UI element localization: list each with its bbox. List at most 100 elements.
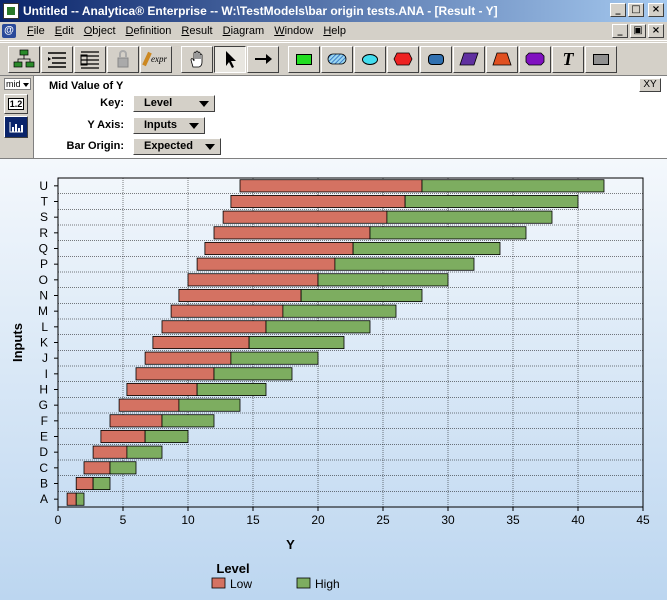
doc-restore-button[interactable]: ▣ bbox=[630, 24, 646, 38]
y-tick-label: P bbox=[40, 257, 48, 271]
arrow-tool-button[interactable] bbox=[247, 45, 279, 73]
bar-high-T bbox=[404, 194, 579, 209]
bar-high-U bbox=[421, 179, 605, 193]
bar-low-Q bbox=[204, 241, 354, 256]
key-label: Key: bbox=[100, 97, 124, 109]
hatched-oval-icon bbox=[327, 53, 347, 65]
y-tick-label: R bbox=[39, 226, 48, 240]
x-tick-label: 40 bbox=[571, 513, 585, 527]
result-title: Mid Value of Y bbox=[49, 80, 124, 92]
menu-window[interactable]: Window bbox=[269, 25, 318, 37]
bar-low-D bbox=[92, 445, 128, 459]
doc-minimize-button[interactable]: _ bbox=[612, 24, 628, 38]
bar-high-I bbox=[213, 367, 293, 381]
chevron-down-icon bbox=[189, 123, 199, 129]
bar-low-K bbox=[152, 335, 250, 350]
lock-icon bbox=[117, 50, 129, 68]
x-tick-label: 25 bbox=[376, 513, 390, 527]
bar-high-M bbox=[282, 304, 397, 318]
bar-low-T bbox=[230, 194, 406, 209]
function-node-button[interactable] bbox=[519, 45, 551, 73]
y-axis-label: Inputs bbox=[10, 323, 25, 362]
menu-diagram[interactable]: Diagram bbox=[218, 25, 270, 37]
y-tick-label: H bbox=[39, 383, 48, 397]
expression-button[interactable]: expr bbox=[140, 45, 172, 73]
analytica-app-icon bbox=[3, 3, 19, 19]
table-view-label: 1.2 bbox=[7, 98, 25, 110]
bar-high-B bbox=[92, 476, 111, 491]
xy-button[interactable]: XY bbox=[639, 78, 661, 92]
constant-node-button[interactable] bbox=[453, 45, 485, 73]
bar-high-Q bbox=[352, 241, 501, 256]
y-tick-label: A bbox=[40, 492, 48, 506]
bar-high-R bbox=[369, 226, 527, 240]
index-node-button[interactable] bbox=[486, 45, 518, 73]
decision-node-button[interactable] bbox=[288, 45, 320, 73]
toolbar: expr T bbox=[0, 42, 667, 76]
x-tick-label: 10 bbox=[181, 513, 195, 527]
bar-low-L bbox=[161, 320, 267, 334]
bar-chart-icon bbox=[8, 120, 24, 134]
menu-object[interactable]: Object bbox=[79, 25, 121, 37]
attribute-panel-button[interactable] bbox=[74, 45, 106, 73]
chevron-down-icon bbox=[23, 83, 29, 87]
bar-high-D bbox=[126, 445, 163, 459]
expr-label: expr bbox=[151, 54, 167, 64]
hierarchy-icon bbox=[13, 49, 35, 68]
arrow-right-icon bbox=[255, 54, 272, 64]
table-view-button[interactable]: 1.2 bbox=[4, 94, 28, 114]
close-button[interactable]: × bbox=[648, 3, 664, 17]
lock-button[interactable] bbox=[107, 45, 139, 73]
menu-file[interactable]: File bbox=[22, 25, 50, 37]
x-tick-label: 5 bbox=[120, 513, 127, 527]
menu-help[interactable]: Help bbox=[318, 25, 351, 37]
module-node-button[interactable] bbox=[420, 45, 452, 73]
variable-node-button[interactable] bbox=[354, 45, 386, 73]
bar-high-K bbox=[248, 335, 345, 350]
bar-high-C bbox=[109, 461, 137, 475]
bar-low-A bbox=[66, 492, 77, 506]
hand-icon bbox=[190, 50, 203, 68]
y-tick-label: B bbox=[40, 477, 48, 491]
y-tick-label: I bbox=[45, 367, 48, 381]
bar-high-S bbox=[386, 210, 553, 224]
y-tick-label: G bbox=[39, 398, 48, 412]
browse-tool-button[interactable] bbox=[181, 45, 213, 73]
doc-close-button[interactable]: × bbox=[648, 24, 664, 38]
outline-list-icon bbox=[48, 52, 66, 68]
bar-origin-dropdown[interactable]: Expected bbox=[133, 138, 221, 155]
bar-origin-value: Expected bbox=[144, 140, 193, 152]
y-axis-label: Y Axis: bbox=[87, 119, 124, 131]
edit-tool-button[interactable] bbox=[214, 45, 246, 73]
document-icon[interactable]: @ bbox=[2, 24, 16, 38]
uncertainty-view-select[interactable]: mid bbox=[4, 78, 31, 90]
y-tick-label: C bbox=[39, 461, 48, 475]
y-tick-label: J bbox=[42, 351, 48, 365]
bar-low-M bbox=[170, 304, 284, 318]
view-selector-strip: mid 1.2 bbox=[0, 76, 32, 158]
minimize-button[interactable]: _ bbox=[610, 3, 626, 17]
legend-entry-high: High bbox=[315, 577, 340, 591]
bar-low-U bbox=[239, 179, 423, 193]
graph-view-button[interactable] bbox=[4, 116, 28, 138]
diagram-view-button[interactable] bbox=[8, 45, 40, 73]
y-axis-dropdown[interactable]: Inputs bbox=[133, 117, 205, 134]
key-dropdown[interactable]: Level bbox=[133, 95, 215, 112]
y-axis-value: Inputs bbox=[144, 119, 177, 131]
picture-node-button[interactable] bbox=[585, 45, 617, 73]
outline-view-button[interactable] bbox=[41, 45, 73, 73]
red-hexagon-icon bbox=[393, 52, 413, 66]
objective-node-button[interactable] bbox=[387, 45, 419, 73]
orange-trapezoid-icon bbox=[492, 52, 512, 66]
menu-definition[interactable]: Definition bbox=[121, 25, 177, 37]
y-tick-label: L bbox=[41, 320, 48, 334]
legend-title: Level bbox=[216, 561, 249, 576]
bar-high-O bbox=[317, 273, 449, 287]
chance-node-button[interactable] bbox=[321, 45, 353, 73]
menu-edit[interactable]: Edit bbox=[50, 25, 79, 37]
maximize-button[interactable]: □ bbox=[628, 3, 644, 17]
bar-low-H bbox=[126, 382, 198, 397]
y-tick-label: D bbox=[39, 445, 48, 459]
menu-result[interactable]: Result bbox=[176, 25, 217, 37]
text-node-button[interactable]: T bbox=[552, 45, 584, 73]
